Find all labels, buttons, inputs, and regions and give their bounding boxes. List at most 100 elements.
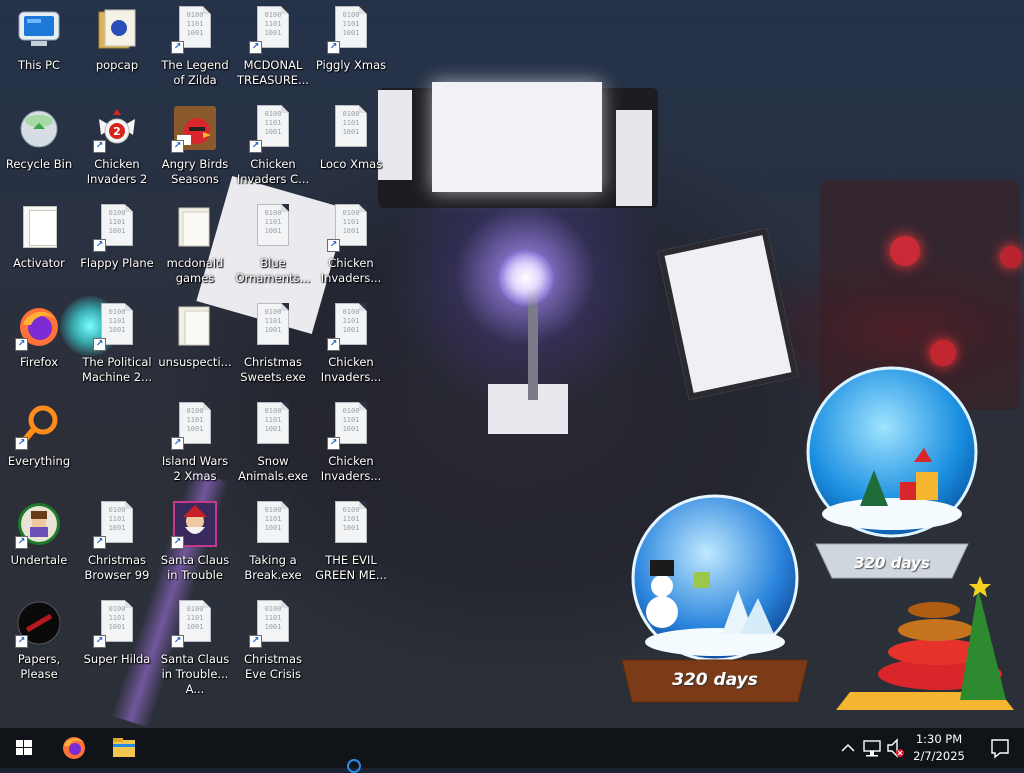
clock-date: 2/7/2025 [913,749,965,763]
show-hidden-icons-button[interactable] [838,728,858,768]
shortcut-arrow-icon: ↗ [171,41,184,54]
desktop-icon-label: Santa Claus in Trouble... A... [160,652,230,696]
desktop: This PC Recycle Bin Activator ↗ Firefox … [0,0,1024,728]
desktop-icon-chicken-invaders-c[interactable]: 0100 1101 1001 ↗ Chicken Invaders C... [234,103,312,199]
desktop-icon-label: unsuspecti... [158,355,232,369]
action-center-button[interactable] [976,728,1024,768]
binary-file-icon: 0100 1101 1001 [257,402,289,444]
chevron-up-icon [841,743,855,752]
desktop-icon-santa-claus-in-trouble[interactable]: ↗ Santa Claus in Trouble [156,499,234,595]
taskbar: 1:30 PM 2/7/2025 [0,728,1024,773]
desktop-icon-taking-a-break[interactable]: 0100 1101 1001 Taking a Break.exe [234,499,312,595]
desktop-icon-undertale[interactable]: ↗ Undertale [0,499,78,595]
volume-button[interactable] [884,728,908,768]
clock[interactable]: 1:30 PM 2/7/2025 [908,731,970,765]
shortcut-arrow-icon: ↗ [327,41,340,54]
desktop-icon-label: Flappy Plane [80,256,154,270]
desktop-icon-christmas-eve-crisis[interactable]: 0100 1101 1001 ↗ Christmas Eve Crisis [234,598,312,694]
christmas-tree-decoration [830,570,1020,718]
desktop-icon-island-wars-2[interactable]: 0100 1101 1001 ↗ Island Wars 2 Xmas [156,400,234,496]
countdown-text: 320 days [672,670,758,690]
desktop-icon-christmas-browser[interactable]: 0100 1101 1001 ↗ Christmas Browser 99 [78,499,156,595]
network-icon [863,740,881,757]
desktop-icon-label: Chicken Invaders C... [236,157,310,186]
desktop-icon-chicken-invaders-a[interactable]: 0100 1101 1001 ↗ Chicken Invaders... [312,202,390,298]
desktop-icon-chicken-invaders-b[interactable]: 0100 1101 1001 ↗ Chicken Invaders... [312,301,390,397]
desktop-icon-label: The Political Machine 2... [81,355,153,384]
desktop-icon-piggly-xmas[interactable]: 0100 1101 1001 ↗ Piggly Xmas [312,4,390,100]
desktop-icon-super-hilda[interactable]: 0100 1101 1001 ↗ Super Hilda [78,598,156,694]
desktop-icon-this-pc[interactable]: This PC [0,4,78,100]
shortcut-arrow-icon: ↗ [327,437,340,450]
desktop-icon-label: Blue Ornaments... [235,256,311,285]
desktop-icon-snow-animals[interactable]: 0100 1101 1001 Snow Animals.exe [234,400,312,496]
desktop-icon-popcap[interactable]: popcap [78,4,156,100]
desktop-icon-christmas-sweets[interactable]: 0100 1101 1001 Christmas Sweets.exe [234,301,312,397]
taskbar-file-explorer-button[interactable] [100,728,148,768]
shortcut-arrow-icon: ↗ [93,140,106,153]
binary-file-icon: 0100 1101 1001 [335,105,367,147]
desktop-icon-label: Everything [7,454,71,468]
desktop-icon-label: THE EVIL GREEN ME... [315,553,387,582]
snow-globe-gadget-2[interactable]: 320 days [614,494,816,708]
desktop-icon-loco-xmas[interactable]: 0100 1101 1001 Loco Xmas [312,103,390,199]
shortcut-arrow-icon: ↗ [249,140,262,153]
folder-icon [98,9,136,49]
desktop-icon-chicken-invaders-d[interactable]: 0100 1101 1001 ↗ Chicken Invaders... [312,400,390,496]
desktop-icon-label: popcap [95,58,139,72]
desktop-icon-chicken-invaders-2[interactable]: 2 ↗ Chicken Invaders 2 [78,103,156,199]
windows-start-icon [16,740,32,755]
shortcut-arrow-icon: ↗ [171,635,184,648]
desktop-icon-political-machine[interactable]: 0100 1101 1001 ↗ The Political Machine 2… [78,301,156,397]
desktop-icon-label: Chicken Invaders... [320,454,382,483]
shortcut-arrow-icon: ↗ [171,536,184,549]
desktop-icon-evil-green-me[interactable]: 0100 1101 1001 THE EVIL GREEN ME... [312,499,390,595]
shortcut-arrow-icon: ↗ [249,635,262,648]
desktop-icon-label: Chicken Invaders... [320,256,382,285]
snow-globe-gadget-1[interactable]: 320 days [796,366,988,588]
desktop-icon-label: Island Wars 2 Xmas [161,454,229,483]
taskbar-firefox-button[interactable] [50,728,98,768]
shortcut-arrow-icon: ↗ [15,437,28,450]
shortcut-arrow-icon: ↗ [93,338,106,351]
desktop-icon-label: Taking a Break.exe [244,553,302,582]
desktop-icon-label: The Legend of Zilda [161,58,229,87]
shortcut-arrow-icon: ↗ [171,140,184,153]
shortcut-arrow-icon: ↗ [15,338,28,351]
folder-icon [178,207,210,247]
shortcut-arrow-icon: ↗ [327,239,340,252]
shortcut-arrow-icon: ↗ [15,635,28,648]
desktop-icon-flappy-plane[interactable]: 0100 1101 1001 ↗ Flappy Plane [78,202,156,298]
shortcut-arrow-icon: ↗ [249,41,262,54]
desktop-icon-label: Christmas Browser 99 [84,553,150,582]
desktop-icon-blue-ornaments[interactable]: 0100 1101 1001 Blue Ornaments... [234,202,312,298]
desktop-icon-unsuspecting[interactable]: unsuspecti... [156,301,234,397]
start-button[interactable] [0,728,48,768]
shortcut-arrow-icon: ↗ [327,338,340,351]
clock-time: 1:30 PM [915,732,963,746]
desktop-icon-label: Chicken Invaders... [320,355,382,384]
desktop-icon-recycle-bin[interactable]: Recycle Bin [0,103,78,199]
volume-muted-icon [887,738,904,758]
binary-file-icon: 0100 1101 1001 [257,204,289,246]
network-button[interactable] [860,728,884,768]
desktop-icon-papers-please[interactable]: ↗ Papers, Please [0,598,78,694]
folder-icon [178,306,210,346]
desktop-icon-label: Papers, Please [17,652,61,681]
desktop-icon-label: mcdonald games [166,256,224,285]
shortcut-arrow-icon: ↗ [93,635,106,648]
desktop-icon-label: Santa Claus in Trouble [160,553,230,582]
desktop-icon-activator[interactable]: Activator [0,202,78,298]
desktop-icon-mcdonal-treasure[interactable]: 0100 1101 1001 ↗ MCDONAL TREASURE... [234,4,312,100]
desktop-icon-legend-of-zilda[interactable]: 0100 1101 1001 ↗ The Legend of Zilda [156,4,234,100]
cortana-indicator [347,759,361,773]
desktop-icon-firefox[interactable]: ↗ Firefox [0,301,78,397]
firefox-icon [63,737,85,759]
binary-file-icon: 0100 1101 1001 [257,501,289,543]
desktop-icon-everything[interactable]: ↗ Everything [0,400,78,496]
desktop-icon-mcdonald-games[interactable]: mcdonald games [156,202,234,298]
desktop-icon-santa-claus-in-trouble-a[interactable]: 0100 1101 1001 ↗ Santa Claus in Trouble.… [156,598,234,696]
desktop-icon-angry-birds-seasons[interactable]: ↗ Angry Birds Seasons [156,103,234,199]
computer-icon [18,11,60,46]
desktop-icon-label: Snow Animals.exe [238,454,308,483]
